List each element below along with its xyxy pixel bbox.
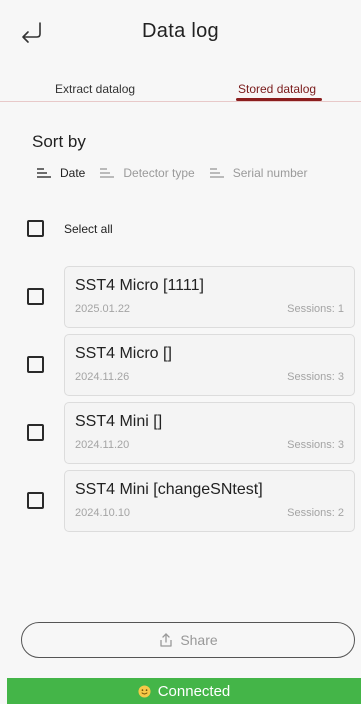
sort-option-label: Date	[60, 166, 86, 180]
datalog-card[interactable]: SST4 Mini [changeSNtest] 2024.10.10 Sess…	[64, 470, 355, 532]
datalog-card[interactable]: SST4 Micro [1111] 2025.01.22 Sessions: 1	[64, 266, 355, 328]
sort-option-date[interactable]: Date	[36, 166, 85, 180]
sort-option-detector-type[interactable]: Detector type	[99, 166, 195, 180]
sort-option-label: Serial number	[232, 166, 308, 180]
card-device-name: SST4 Micro [1111]	[75, 277, 204, 294]
card-sessions: Sessions: 3	[287, 371, 344, 383]
card-sessions: Sessions: 2	[287, 507, 344, 519]
item-checkbox[interactable]	[27, 424, 44, 441]
sort-lines-icon	[100, 168, 115, 178]
datalog-card[interactable]: SST4 Mini [] 2024.11.20 Sessions: 3	[64, 402, 355, 464]
item-checkbox[interactable]	[27, 356, 44, 373]
card-date: 2024.10.10	[75, 507, 131, 519]
active-tab-indicator	[236, 98, 322, 101]
tab-bar: Extract datalog Stored datalog	[0, 78, 361, 102]
share-button[interactable]: Share	[21, 622, 355, 658]
list-item: SST4 Mini [] 2024.11.20 Sessions: 3	[0, 402, 361, 464]
connection-status-label: Connected	[157, 682, 231, 700]
page-title: Data log	[142, 20, 219, 42]
sort-by-title: Sort by	[32, 132, 86, 151]
card-sessions: Sessions: 3	[287, 439, 344, 451]
list-item: SST4 Micro [1111] 2025.01.22 Sessions: 1	[0, 266, 361, 328]
card-device-name: SST4 Micro []	[75, 345, 172, 362]
card-sessions: Sessions: 1	[287, 303, 344, 315]
smiley-face-icon	[138, 684, 151, 698]
card-date: 2025.01.22	[75, 303, 131, 315]
header: Data log	[0, 0, 361, 64]
datalog-card[interactable]: SST4 Micro [] 2024.11.26 Sessions: 3	[64, 334, 355, 396]
share-label: Share	[180, 632, 218, 648]
sort-lines-icon	[37, 168, 51, 178]
card-device-name: SST4 Mini []	[75, 413, 163, 430]
sort-options: Date Detector type Serial number	[36, 164, 321, 182]
select-all-checkbox[interactable]	[27, 220, 44, 237]
sort-lines-icon	[209, 168, 224, 178]
card-device-name: SST4 Mini [changeSNtest]	[75, 481, 263, 498]
tab-extract-datalog[interactable]: Extract datalog	[55, 82, 135, 96]
share-upload-icon	[160, 633, 172, 647]
select-all-row: Select all	[27, 220, 113, 237]
connection-status-bar: Connected	[7, 678, 361, 704]
select-all-label: Select all	[64, 221, 113, 236]
item-checkbox[interactable]	[27, 288, 44, 305]
list-item: SST4 Mini [changeSNtest] 2024.10.10 Sess…	[0, 470, 361, 532]
card-date: 2024.11.20	[75, 439, 130, 451]
item-checkbox[interactable]	[27, 492, 44, 509]
list-item: SST4 Micro [] 2024.11.26 Sessions: 3	[0, 334, 361, 396]
sort-option-label: Detector type	[123, 166, 195, 180]
sort-option-serial-number[interactable]: Serial number	[209, 166, 308, 180]
tab-stored-datalog[interactable]: Stored datalog	[238, 82, 316, 96]
card-date: 2024.11.26	[75, 371, 130, 383]
